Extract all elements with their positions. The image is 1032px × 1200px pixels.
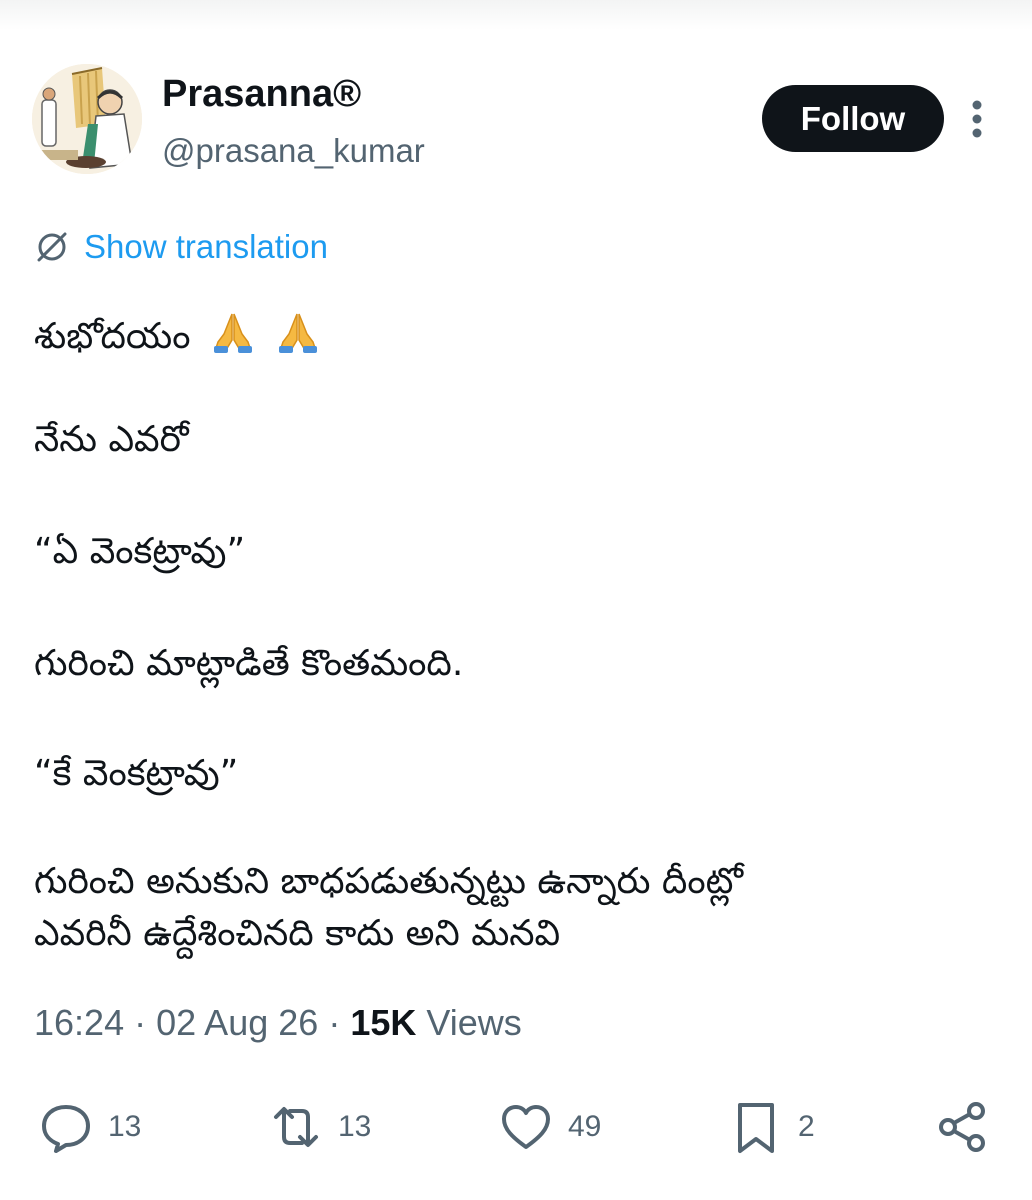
avatar[interactable] bbox=[32, 64, 142, 174]
like-count: 49 bbox=[568, 1110, 602, 1143]
folded-hands-emoji bbox=[202, 313, 256, 357]
more-options-icon[interactable] bbox=[962, 98, 992, 140]
show-translation-link[interactable]: Show translation bbox=[34, 224, 328, 270]
tweet-meta: 16:24 · 02 Aug 26 · 15K Views bbox=[34, 998, 522, 1048]
like-button[interactable]: 49 bbox=[498, 1096, 601, 1158]
tweet-text-line: నేను ఎవరో bbox=[34, 419, 189, 460]
top-edge-shadow bbox=[0, 0, 1032, 30]
show-translation-label: Show translation bbox=[84, 228, 328, 265]
tweet-text-line: గురించి అనుకుని బాధపడుతున్నట్టు ఉన్నారు … bbox=[34, 861, 743, 902]
views-label: Views bbox=[426, 1002, 522, 1043]
share-button[interactable] bbox=[934, 1096, 990, 1158]
tweet-greeting: శుభోదయం bbox=[34, 316, 191, 357]
share-icon bbox=[939, 1102, 985, 1152]
folded-hands-emoji bbox=[267, 313, 321, 357]
reply-icon bbox=[42, 1105, 90, 1153]
tweet-text-line: శుభోదయం bbox=[34, 308, 321, 365]
bookmark-icon bbox=[738, 1103, 774, 1153]
repost-count: 13 bbox=[338, 1110, 372, 1143]
views-count: 15K bbox=[350, 1002, 417, 1043]
avatar-illustration bbox=[32, 64, 142, 174]
globe-slash-icon bbox=[37, 232, 67, 262]
tweet-text-line: “కే వెంకట్రావు” bbox=[34, 753, 239, 794]
meta-separator: · bbox=[134, 1002, 147, 1043]
user-handle[interactable]: @prasana_kumar bbox=[162, 128, 425, 174]
bookmark-count: 2 bbox=[798, 1110, 815, 1143]
reply-button[interactable]: 13 bbox=[38, 1096, 141, 1158]
heart-icon bbox=[502, 1105, 550, 1149]
repost-button[interactable]: 13 bbox=[268, 1096, 371, 1158]
follow-button[interactable]: Follow bbox=[762, 85, 944, 152]
tweet-date[interactable]: 02 Aug 26 bbox=[156, 1002, 318, 1043]
tweet-text-line: ఎవరినీ ఉద్దేశించినది కాదు అని మనవి bbox=[34, 913, 561, 954]
bookmark-button[interactable]: 2 bbox=[728, 1096, 815, 1158]
display-name[interactable]: Prasanna® bbox=[162, 68, 361, 120]
meta-separator: · bbox=[328, 1002, 341, 1043]
repost-icon bbox=[274, 1107, 318, 1147]
tweet-text-line: “ఏ వెంకట్రావు” bbox=[34, 531, 246, 572]
tweet-text-line: గురించి మాట్లాడితే కొంతమంది. bbox=[34, 643, 464, 684]
reply-count: 13 bbox=[108, 1110, 142, 1143]
tweet-time[interactable]: 16:24 bbox=[34, 1002, 124, 1043]
